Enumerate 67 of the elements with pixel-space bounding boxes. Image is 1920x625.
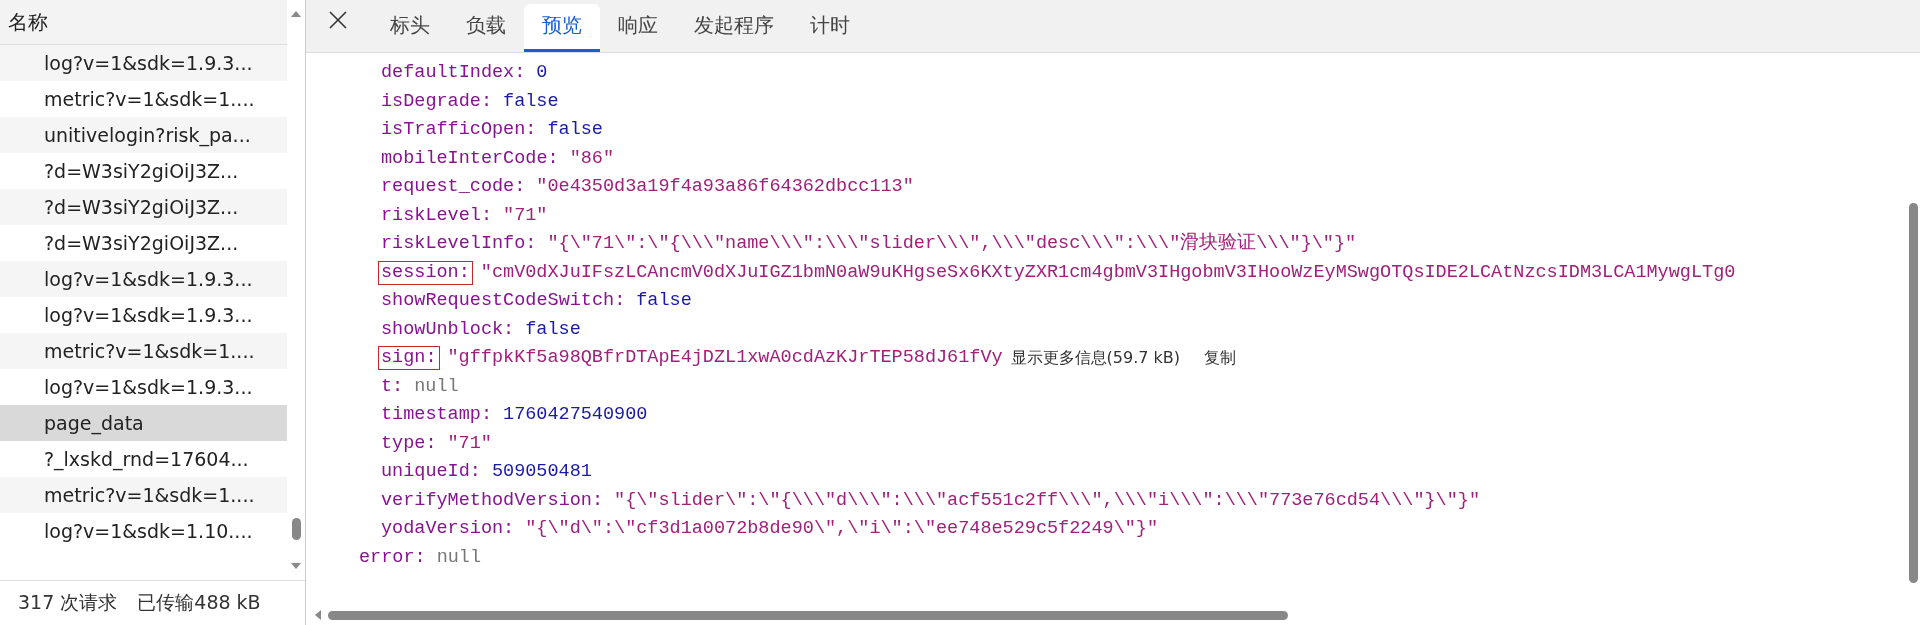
- scrollbar-thumb[interactable]: [1909, 203, 1918, 583]
- property-key: yodaVersion:: [378, 517, 518, 542]
- property-key: isDegrade:: [378, 89, 496, 114]
- tab[interactable]: 标头: [372, 4, 448, 52]
- property-value: "gffpkKf5a98QBfrDTApE4jDZL1xwA0cdAzKJrTEP58dJ61fVy: [447, 346, 1003, 370]
- property-key: riskLevelInfo:: [378, 232, 540, 257]
- request-count: 317 次请求: [18, 590, 118, 615]
- request-row[interactable]: page_data: [0, 405, 287, 441]
- property-key: session:: [378, 260, 473, 285]
- tab[interactable]: 计时: [792, 4, 868, 52]
- scrollbar-thumb[interactable]: [292, 518, 301, 540]
- property-key: error:: [356, 545, 429, 570]
- property-key: riskLevel:: [378, 203, 496, 228]
- property-value: "0e4350d3a19f4a93a86f64362dbcc113": [536, 175, 914, 199]
- request-row[interactable]: log?v=1&sdk=1.9.3...: [0, 369, 287, 405]
- request-row[interactable]: ?d=W3siY2giOiJ3Z...: [0, 153, 287, 189]
- property-value: "{\"71\":\"{\\\"name\\\":\\\"slider\\\",\\\"desc\\\":\\\"滑块验证\\\"}\"}": [547, 231, 1357, 256]
- request-row[interactable]: metric?v=1&sdk=1....: [0, 477, 287, 513]
- property-value: 1760427540900: [503, 403, 648, 427]
- request-row[interactable]: metric?v=1&sdk=1....: [0, 333, 287, 369]
- property-value: null: [414, 374, 459, 399]
- transferred-size: 已传输488 kB: [137, 590, 261, 615]
- property-value: false: [525, 317, 581, 342]
- scroll-left-icon[interactable]: [314, 609, 322, 621]
- property-value: "71": [503, 203, 548, 228]
- property-key: showRequestCodeSwitch:: [378, 289, 629, 314]
- request-row[interactable]: ?d=W3siY2giOiJ3Z...: [0, 189, 287, 225]
- tab[interactable]: 负载: [448, 4, 524, 52]
- request-row[interactable]: metric?v=1&sdk=1....: [0, 81, 287, 117]
- scroll-up-icon[interactable]: [290, 10, 302, 18]
- copy-link[interactable]: 复制: [1204, 344, 1237, 373]
- property-value: 509050481: [491, 460, 592, 484]
- property-key: verifyMethodVersion:: [378, 488, 607, 513]
- tab[interactable]: 响应: [600, 4, 676, 52]
- property-key: request_code:: [378, 175, 529, 200]
- request-row[interactable]: unitivelogin?risk_pa...: [0, 117, 287, 153]
- scrollbar-thumb[interactable]: [328, 610, 1288, 620]
- tab[interactable]: 预览: [524, 4, 600, 52]
- property-value: "86": [569, 146, 615, 171]
- property-value: "cmV0dXJuIFszLCAncmV0dXJuIGZ1bmN0aW9uKHgseSx6KXtyZXR1cm4gbmV3IHgobmV3IHooWzEyMSwgOTQsIDE2LCAtNzcsIDM3LCA1MywgLTg0: [480, 260, 1736, 285]
- scroll-down-icon[interactable]: [290, 562, 302, 570]
- property-value: false: [547, 118, 603, 142]
- property-value: "{\"slider\":\"{\\\"d\\\":\\\"acf551c2ff\\\",\\\"i\\\":\\\"773e76cd54\\\"}\"}": [614, 488, 1480, 513]
- property-key: sign:: [378, 346, 440, 371]
- request-row[interactable]: log?v=1&sdk=1.10....: [0, 513, 287, 549]
- request-row[interactable]: ?d=W3siY2giOiJ3Z...: [0, 225, 287, 261]
- property-key: showUnblock:: [378, 317, 518, 342]
- request-row[interactable]: log?v=1&sdk=1.9.3...: [0, 261, 287, 297]
- property-key: type:: [378, 431, 440, 456]
- property-value: "71": [447, 431, 492, 456]
- property-key: mobileInterCode:: [378, 146, 562, 171]
- property-key: isTrafficOpen:: [378, 118, 540, 143]
- request-row[interactable]: log?v=1&sdk=1.9.3...: [0, 297, 287, 333]
- request-row[interactable]: log?v=1&sdk=1.9.3...: [0, 45, 287, 81]
- property-value: null: [436, 545, 482, 570]
- property-value: false: [636, 289, 692, 313]
- show-more-link[interactable]: 显示更多信息(59.7 kB): [1010, 344, 1181, 373]
- property-value: "{\"d\":\"cf3d1a0072b8de90\",\"i\":\"ee748e529c5f2249\"}": [525, 517, 1159, 541]
- column-header[interactable]: 名称: [0, 0, 287, 45]
- property-value: 0: [536, 61, 548, 85]
- property-key: timestamp:: [378, 403, 496, 428]
- tab[interactable]: 发起程序: [676, 4, 792, 52]
- property-value: false: [503, 89, 559, 114]
- request-row[interactable]: ?_lxskd_rnd=17604...: [0, 441, 287, 477]
- property-key: defaultIndex:: [378, 61, 529, 86]
- property-key: uniqueId:: [378, 460, 484, 485]
- property-key: t:: [378, 374, 407, 399]
